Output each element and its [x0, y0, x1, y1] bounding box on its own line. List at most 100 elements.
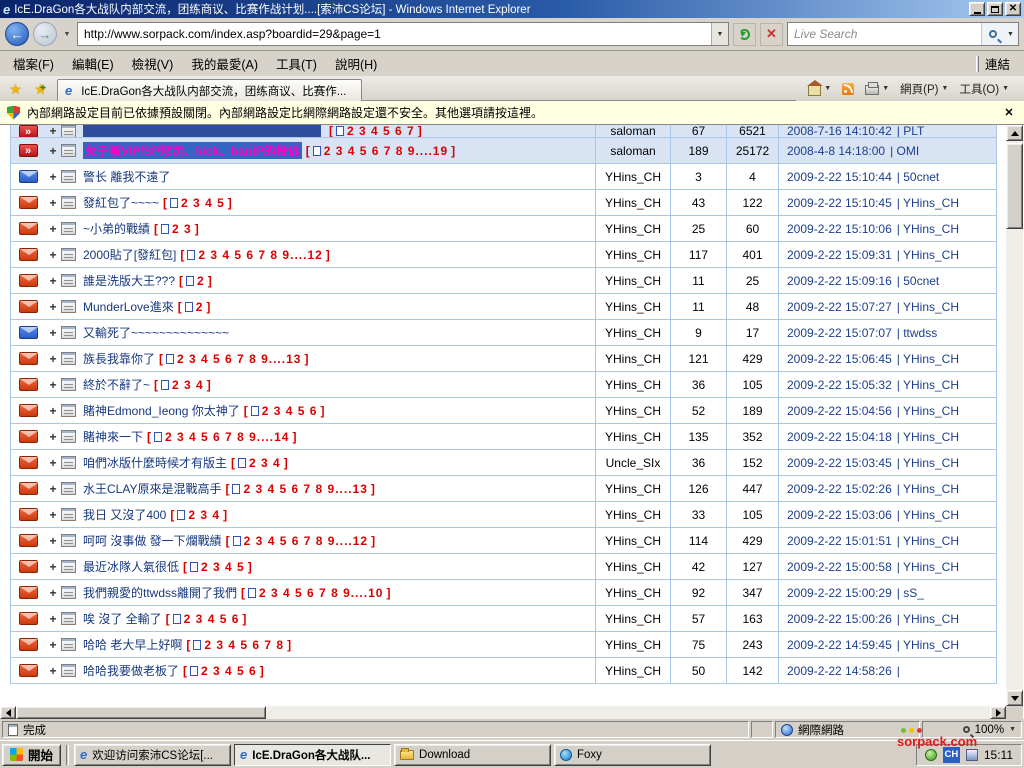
- expand-toggle[interactable]: +: [45, 248, 61, 262]
- topic-title-link[interactable]: 我們親愛的ttwdss離開了我們: [83, 584, 237, 601]
- page-numbers[interactable]: 2 3 4 5 6: [184, 612, 240, 626]
- topic-title-link[interactable]: 誰是洗版大王???: [83, 272, 175, 289]
- topic-page-links[interactable]: [2 3 4 5 6 7 8 9....14]: [147, 430, 296, 444]
- page-numbers[interactable]: 2: [197, 274, 205, 288]
- topic-page-links[interactable]: [2 3 4 5 6]: [166, 612, 247, 626]
- expand-toggle[interactable]: +: [45, 508, 61, 522]
- menu-tools[interactable]: 工具(T): [267, 50, 326, 77]
- menu-help[interactable]: 說明(H): [326, 50, 386, 77]
- expand-toggle[interactable]: +: [45, 456, 61, 470]
- topic-title-link[interactable]: 族長我靠你了: [83, 350, 155, 367]
- page-numbers[interactable]: 2 3 4 5 6 7 8 9....13: [177, 352, 301, 366]
- topic-page-links[interactable]: [2 3 4 5 6 7 8 9....19]: [306, 144, 455, 158]
- topic-title-link[interactable]: 哈哈我要做老板了: [83, 662, 179, 679]
- expand-toggle[interactable]: +: [45, 300, 61, 314]
- topic-title-link[interactable]: 唉 沒了 全輸了: [83, 610, 162, 627]
- expand-toggle[interactable]: +: [45, 125, 61, 138]
- topic-title-link[interactable]: MunderLove進來: [83, 298, 174, 315]
- expand-toggle[interactable]: +: [45, 560, 61, 574]
- topic-title-link[interactable]: 呵呵 沒事做 發一下爛戰績: [83, 532, 222, 549]
- topic-title-link[interactable]: 2000貼了[發紅包]: [83, 246, 176, 263]
- expand-toggle[interactable]: +: [45, 664, 61, 678]
- minimize-button[interactable]: [969, 2, 985, 16]
- expand-toggle[interactable]: +: [45, 222, 61, 236]
- page-numbers[interactable]: 2 3 4 5 6 7 8 9....14: [165, 430, 289, 444]
- topic-page-links[interactable]: [2 3 4 5]: [163, 196, 232, 210]
- topic-title-link[interactable]: 賭神Edmond_Ieong 你太神了: [83, 402, 240, 419]
- horizontal-scroll-thumb[interactable]: [16, 706, 266, 719]
- url-dropdown-button[interactable]: [711, 23, 728, 45]
- scroll-up-button[interactable]: [1006, 125, 1023, 141]
- page-numbers[interactable]: 2 3 4: [188, 508, 220, 522]
- topic-page-links[interactable]: [2]: [179, 274, 212, 288]
- topic-title-link[interactable]: 咱們冰版什麼時候才有版主: [83, 454, 227, 471]
- page-numbers[interactable]: 2 3 4 5 6: [201, 664, 257, 678]
- page-numbers[interactable]: 2 3 4 5 6 7 8: [204, 638, 284, 652]
- taskbar-button-welcome[interactable]: e 欢迎访问索沛CS论坛[...: [74, 744, 231, 766]
- links-label[interactable]: 連結: [985, 54, 1010, 73]
- page-numbers[interactable]: 2 3 4 5 6 7: [347, 125, 415, 138]
- vertical-scrollbar[interactable]: [1006, 125, 1023, 706]
- horizontal-scrollbar[interactable]: [0, 706, 1006, 719]
- taskbar-button-icedragon[interactable]: e IcE.DraGon各大战队...: [234, 744, 391, 766]
- maximize-button[interactable]: [987, 2, 1003, 16]
- topic-page-links[interactable]: [2 3 4 5 6]: [183, 664, 264, 678]
- refresh-button[interactable]: [733, 23, 756, 46]
- topic-title-link[interactable]: 警长 離我不遠了: [83, 168, 170, 185]
- expand-toggle[interactable]: +: [45, 378, 61, 392]
- menu-edit[interactable]: 編輯(E): [63, 50, 123, 77]
- feeds-button[interactable]: [838, 78, 858, 99]
- expand-toggle[interactable]: +: [45, 326, 61, 340]
- topic-page-links[interactable]: [2 3 4 5 6 7 8]: [186, 638, 291, 652]
- topic-title-link[interactable]: 我日 又沒了400: [83, 506, 166, 523]
- expand-toggle[interactable]: +: [45, 352, 61, 366]
- topic-page-links[interactable]: [2 3 4 5 6 7]: [329, 125, 422, 138]
- forward-button[interactable]: [33, 22, 57, 46]
- stop-button[interactable]: [760, 23, 783, 46]
- tab-active[interactable]: e IcE.DraGon各大战队内部交流，团练商议、比赛作...: [57, 79, 362, 101]
- topic-page-links[interactable]: [2 3 4 5 6 7 8 9....13]: [159, 352, 308, 366]
- topic-title-link[interactable]: 賭神來一下: [83, 428, 143, 445]
- topic-title-link[interactable]: 关于被VIP/SP惩罚、kick、banIP的投诉: [83, 142, 302, 159]
- expand-toggle[interactable]: +: [45, 534, 61, 548]
- topic-page-links[interactable]: [2 3 4 5 6 7 8 9....13]: [225, 482, 374, 496]
- expand-toggle[interactable]: +: [45, 612, 61, 626]
- url-input[interactable]: http://www.sorpack.com/index.asp?boardid…: [77, 22, 729, 46]
- close-button[interactable]: ✕: [1005, 2, 1021, 16]
- expand-toggle[interactable]: +: [45, 482, 61, 496]
- page-numbers[interactable]: 2 3 4 5 6 7 8 9....19: [324, 144, 448, 158]
- expand-toggle[interactable]: +: [45, 170, 61, 184]
- topic-title-link[interactable]: 又輸死了~~~~~~~~~~~~~~: [83, 324, 229, 341]
- page-numbers[interactable]: 2 3 4 5 6 7 8 9....12: [198, 248, 322, 262]
- topic-title-link[interactable]: ~小弟的戰績: [83, 220, 150, 237]
- expand-toggle[interactable]: +: [45, 404, 61, 418]
- page-numbers[interactable]: 2 3 4 5: [201, 560, 245, 574]
- topic-title-link[interactable]: 水王CLAY原來是混戰高手: [83, 480, 221, 497]
- topic-page-links[interactable]: [2 3 4 5 6]: [244, 404, 325, 418]
- page-numbers[interactable]: 2: [196, 300, 204, 314]
- scroll-right-button[interactable]: [990, 706, 1006, 719]
- page-numbers[interactable]: 2 3 4: [172, 378, 204, 392]
- menu-favorites[interactable]: 我的最愛(A): [182, 50, 267, 77]
- page-numbers[interactable]: 2 3 4 5 6 7 8 9....13: [243, 482, 367, 496]
- history-dropdown-icon[interactable]: [61, 25, 73, 43]
- topic-page-links[interactable]: [2 3]: [154, 222, 199, 236]
- information-bar-message[interactable]: 內部網路設定目前已依據預設關閉。內部網路設定比網際網路設定還不安全。其他選項請按…: [27, 104, 543, 121]
- expand-toggle[interactable]: +: [45, 144, 61, 158]
- page-numbers[interactable]: 2 3 4 5 6: [262, 404, 318, 418]
- topic-page-links[interactable]: [2]: [178, 300, 211, 314]
- start-button[interactable]: 開始: [2, 744, 61, 766]
- taskbar-button-foxy[interactable]: Foxy: [554, 744, 711, 766]
- expand-toggle[interactable]: +: [45, 274, 61, 288]
- vertical-scroll-thumb[interactable]: [1006, 143, 1023, 229]
- topic-page-links[interactable]: [2 3 4 5 6 7 8 9....12]: [226, 534, 375, 548]
- topic-title-link[interactable]: 發紅包了~~~~: [83, 194, 159, 211]
- information-bar-close-button[interactable]: [1001, 105, 1017, 121]
- page-numbers[interactable]: 2 3 4 5 6 7 8 9....10: [259, 586, 383, 600]
- page-numbers[interactable]: 2 3: [172, 222, 192, 236]
- search-dropdown-button[interactable]: [1003, 23, 1018, 45]
- search-button[interactable]: [981, 23, 1003, 45]
- expand-toggle[interactable]: +: [45, 638, 61, 652]
- topic-page-links[interactable]: [2 3 4]: [170, 508, 227, 522]
- search-input[interactable]: Live Search: [787, 22, 1019, 46]
